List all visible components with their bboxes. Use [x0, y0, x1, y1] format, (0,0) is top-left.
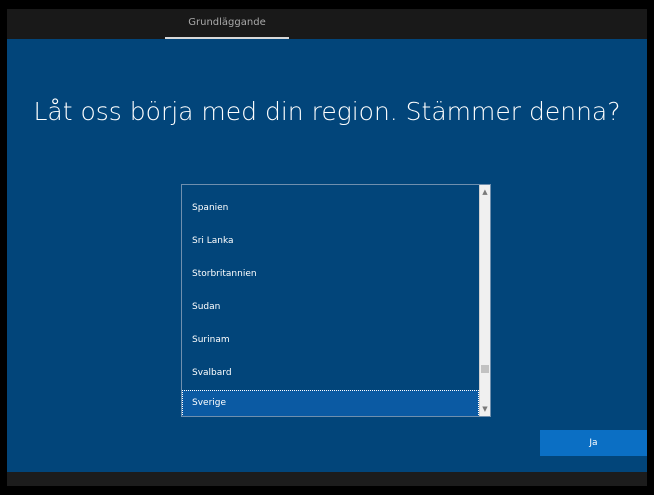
list-item-svalbard[interactable]: Svalbard: [182, 357, 479, 389]
screen: Grundläggande Låt oss börja med din regi…: [0, 0, 654, 495]
setup-window: Grundläggande Låt oss börja med din regi…: [7, 9, 647, 486]
list-item-spanien[interactable]: Spanien: [182, 192, 479, 224]
list-item-storbritannien[interactable]: Storbritannien: [182, 258, 479, 290]
list-item-surinam[interactable]: Surinam: [182, 324, 479, 356]
tab-basics[interactable]: Grundläggande: [165, 9, 289, 39]
list-item-sri-lanka[interactable]: Sri Lanka: [182, 225, 479, 257]
list-item-sverige[interactable]: Sverige: [182, 390, 479, 416]
scrollbar-thumb[interactable]: [481, 365, 489, 373]
chevron-down-icon[interactable]: ▼: [480, 404, 490, 414]
page-title: Låt oss börja med din region. Stämmer de…: [33, 97, 621, 126]
chevron-up-icon[interactable]: ▲: [480, 187, 490, 197]
tab-active-indicator: [165, 37, 289, 39]
tab-label: Grundläggande: [188, 17, 266, 28]
region-list: Spanien Sri Lanka Storbritannien Sudan S…: [182, 185, 479, 416]
list-scrollbar[interactable]: ▲ ▼: [479, 185, 490, 416]
list-item-sudan[interactable]: Sudan: [182, 291, 479, 323]
yes-button[interactable]: Ja: [540, 430, 647, 456]
top-bar: Grundläggande: [7, 9, 647, 39]
bottom-bar: [7, 472, 647, 486]
region-listbox[interactable]: Spanien Sri Lanka Storbritannien Sudan S…: [181, 184, 491, 417]
